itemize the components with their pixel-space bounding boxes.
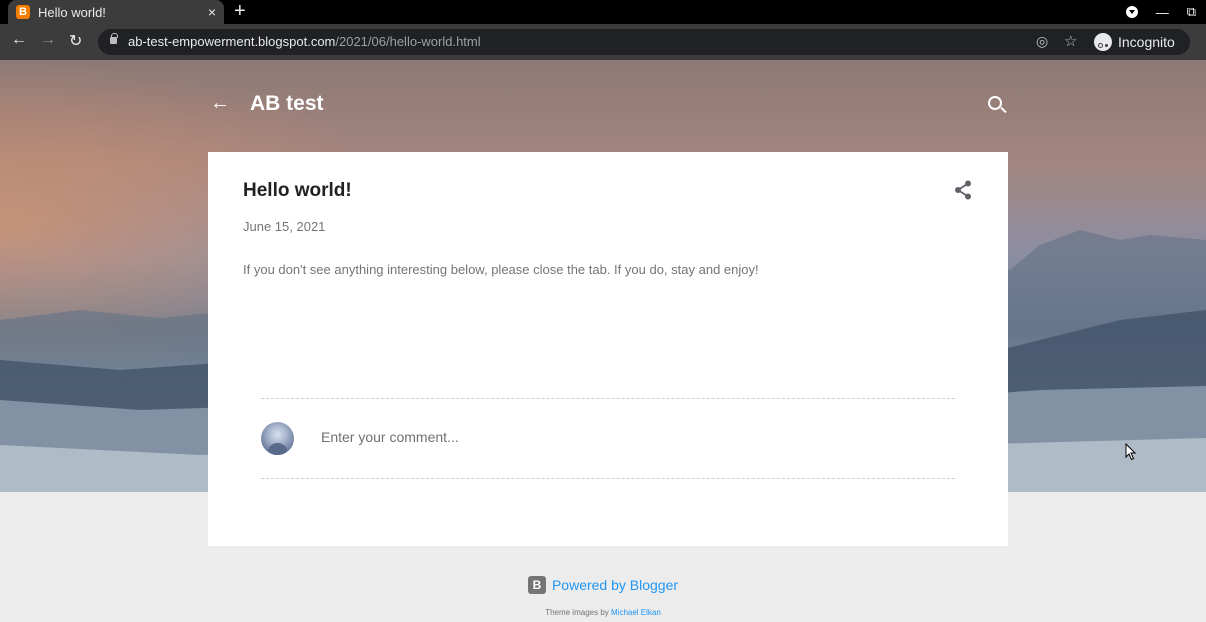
tab-title: Hello world!: [38, 4, 106, 20]
theme-author-link[interactable]: Michael Elkan: [611, 608, 661, 617]
post-title: Hello world!: [243, 180, 352, 201]
lock-icon[interactable]: [110, 33, 118, 44]
blogger-logo-icon: B: [527, 576, 546, 594]
blog-header: ← AB test: [208, 60, 1008, 150]
minimize-icon[interactable]: —: [1156, 5, 1169, 20]
page-footer: B Powered by Blogger Theme images by Mic…: [0, 560, 1206, 617]
comment-form: [261, 398, 955, 479]
powered-by-label: Powered by Blogger: [551, 577, 679, 593]
mouse-cursor-icon: [1125, 443, 1137, 461]
forward-icon[interactable]: →: [40, 31, 56, 49]
post-date: June 15, 2021: [243, 219, 326, 234]
incognito-icon: [1094, 33, 1112, 51]
post-card: Hello world! June 15, 2021 If you don't …: [208, 152, 1008, 546]
powered-by-link[interactable]: B Powered by Blogger: [527, 576, 679, 594]
arrow-left-icon[interactable]: ←: [210, 92, 230, 115]
blog-title[interactable]: AB test: [250, 92, 324, 116]
share-icon[interactable]: [954, 180, 972, 200]
blogger-favicon-icon: B: [16, 5, 30, 19]
address-bar[interactable]: ab-test-empowerment.blogspot.com/2021/06…: [98, 29, 1190, 55]
browser-toolbar: ← → ↻ ab-test-empowerment.blogspot.com/2…: [0, 24, 1206, 60]
url-text[interactable]: ab-test-empowerment.blogspot.com/2021/06…: [128, 34, 481, 49]
restore-icon[interactable]: ⧉: [1187, 4, 1196, 20]
new-tab-button[interactable]: +: [234, 0, 246, 24]
browser-tab[interactable]: B Hello world! ×: [8, 0, 224, 24]
back-icon[interactable]: ←: [11, 31, 27, 49]
theme-credit: Theme images by Michael Elkan: [545, 608, 661, 617]
post-body: If you don't see anything interesting be…: [243, 262, 759, 277]
star-icon[interactable]: ☆: [1064, 32, 1077, 50]
browser-tab-strip: B Hello world! × + — ⧉: [0, 0, 1206, 24]
search-icon[interactable]: [988, 96, 1002, 110]
comment-input[interactable]: [321, 429, 921, 445]
avatar: [261, 422, 294, 455]
eye-off-icon[interactable]: ◎: [1036, 33, 1048, 50]
tab-search-icon[interactable]: [1125, 6, 1138, 18]
incognito-badge[interactable]: Incognito: [1094, 31, 1175, 53]
close-tab-icon[interactable]: ×: [208, 4, 216, 20]
window-controls: — ⧉: [1125, 0, 1196, 24]
reload-icon[interactable]: ↻: [69, 31, 82, 51]
incognito-label: Incognito: [1118, 34, 1175, 50]
